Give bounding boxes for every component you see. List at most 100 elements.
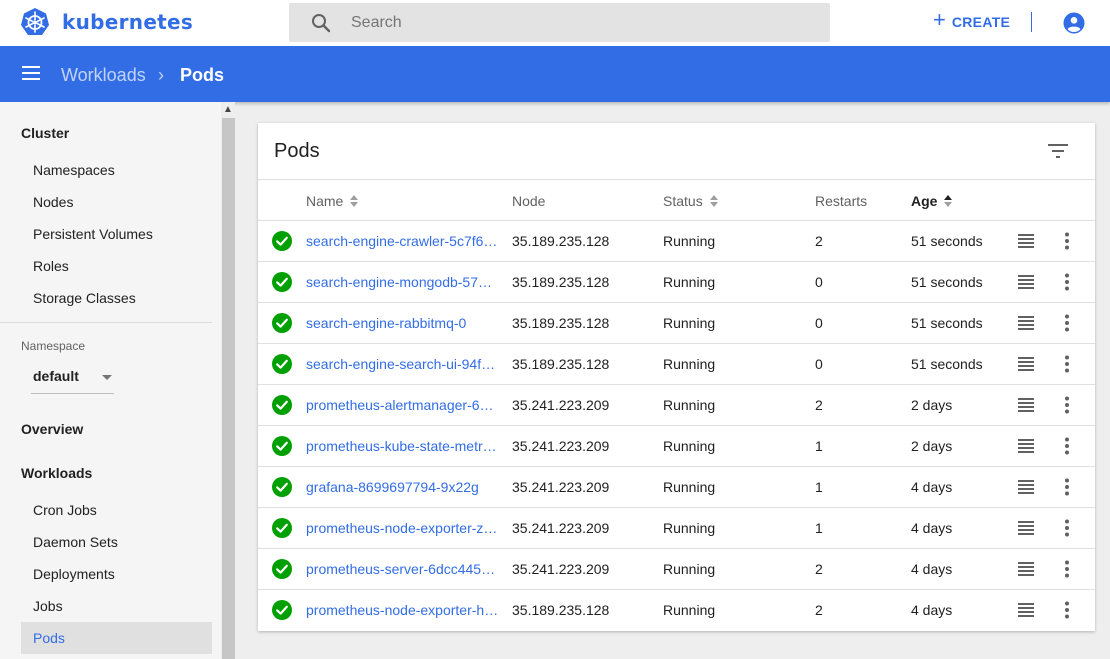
check-circle-icon (272, 231, 292, 251)
more-vert-icon[interactable] (1061, 396, 1073, 414)
pod-restarts: 0 (815, 315, 823, 331)
table-row[interactable]: grafana-8699697794-9x22g 35.241.223.209 Ru… (258, 466, 1095, 507)
logs-icon[interactable] (1018, 562, 1034, 576)
logs-icon[interactable] (1018, 398, 1034, 412)
sidebar-item-nodes[interactable]: Nodes (21, 186, 212, 218)
more-vert-icon[interactable] (1061, 273, 1073, 291)
logs-icon[interactable] (1018, 480, 1034, 494)
table-row[interactable]: prometheus-alertmanager-6… 35.241.223.209… (258, 384, 1095, 425)
sidebar-item-daemon-sets[interactable]: Daemon Sets (21, 526, 212, 558)
sidebar-item-deployments[interactable]: Deployments (21, 558, 212, 590)
pod-node: 35.241.223.209 (512, 479, 610, 495)
check-circle-icon (272, 313, 292, 333)
more-vert-icon[interactable] (1061, 601, 1073, 619)
create-label: CREATE (951, 14, 1011, 30)
more-vert-icon[interactable] (1061, 560, 1073, 578)
sidebar-item-namespaces[interactable]: Namespaces (21, 154, 212, 186)
table-row[interactable]: search-engine-mongodb-57… 35.189.235.128 R… (258, 261, 1095, 302)
scrollbar-thumb[interactable] (222, 118, 235, 659)
more-vert-icon[interactable] (1061, 314, 1073, 332)
more-vert-icon[interactable] (1061, 519, 1073, 537)
column-header-node: Node (512, 193, 545, 209)
check-circle-icon (272, 477, 292, 497)
pod-name-link[interactable]: search-engine-crawler-5c7f6… (306, 233, 501, 249)
logs-icon[interactable] (1018, 521, 1034, 535)
sidebar-heading-workloads[interactable]: Workloads (21, 465, 92, 481)
column-label-node: Node (512, 193, 546, 209)
check-circle-icon (272, 395, 292, 415)
pod-name-link[interactable]: search-engine-search-ui-94f… (306, 356, 501, 372)
pod-name-link[interactable]: prometheus-server-6dcc445… (306, 561, 501, 577)
sidebar-item-persistent-volumes[interactable]: Persistent Volumes (21, 218, 212, 250)
check-circle-icon (272, 518, 292, 538)
pod-age: 4 days (911, 602, 953, 618)
logs-icon[interactable] (1018, 316, 1034, 330)
sidebar-item-pods[interactable]: Pods (21, 622, 212, 654)
sort-ascending-icon[interactable] (943, 194, 953, 208)
create-button[interactable]: + CREATE (933, 9, 1011, 34)
logs-icon[interactable] (1018, 603, 1034, 617)
pod-status: Running (663, 561, 716, 577)
page-header: Workloads › Pods (0, 46, 1110, 102)
sort-icon[interactable] (709, 194, 719, 208)
logs-icon[interactable] (1018, 357, 1034, 371)
more-vert-icon[interactable] (1061, 232, 1073, 250)
logs-icon[interactable] (1018, 275, 1034, 289)
logs-icon[interactable] (1018, 234, 1034, 248)
kubernetes-logo-icon[interactable] (20, 7, 50, 37)
pod-age: 51 seconds (911, 315, 983, 331)
table-row[interactable]: search-engine-rabbitmq-0 35.189.235.128 Ru… (258, 302, 1095, 343)
table-row[interactable]: prometheus-node-exporter-h… 35.189.235.12… (258, 589, 1095, 630)
pod-restarts: 2 (815, 397, 823, 413)
sidebar-item-cron-jobs[interactable]: Cron Jobs (21, 494, 212, 526)
column-header-age[interactable]: Age (911, 193, 953, 209)
pod-status: Running (663, 356, 716, 372)
account-circle-icon[interactable] (1063, 12, 1085, 34)
menu-icon[interactable] (22, 66, 40, 80)
pod-restarts: 1 (815, 520, 823, 536)
breadcrumb-current: Pods (180, 65, 225, 85)
pod-name-link[interactable]: search-engine-rabbitmq-0 (306, 315, 501, 331)
pod-name-link[interactable]: grafana-8699697794-9x22g (306, 479, 501, 495)
check-circle-icon (272, 436, 292, 456)
top-app-bar: kubernetes Search + CREATE (0, 0, 1110, 46)
more-vert-icon[interactable] (1061, 478, 1073, 496)
pod-restarts: 1 (815, 438, 823, 454)
column-header-name[interactable]: Name (306, 193, 359, 209)
pod-name-link[interactable]: prometheus-alertmanager-6… (306, 397, 501, 413)
sidebar-item-jobs[interactable]: Jobs (21, 590, 212, 622)
table-row[interactable]: prometheus-server-6dcc445… 35.241.223.209… (258, 548, 1095, 589)
more-vert-icon[interactable] (1061, 355, 1073, 373)
pod-name-link[interactable]: prometheus-node-exporter-h… (306, 602, 501, 618)
card-divider (258, 179, 1095, 180)
table-row[interactable]: search-engine-crawler-5c7f6… 35.189.235.1… (258, 220, 1095, 261)
pod-node: 35.189.235.128 (512, 602, 610, 618)
column-header-restarts: Restarts (815, 193, 867, 209)
search-input[interactable]: Search (289, 3, 830, 42)
search-icon (312, 14, 331, 33)
scroll-up-arrow-icon[interactable]: ▲ (221, 103, 235, 117)
more-vert-icon[interactable] (1061, 437, 1073, 455)
filter-icon[interactable] (1048, 143, 1068, 159)
sidebar-heading-overview[interactable]: Overview (21, 421, 83, 437)
table-row[interactable]: search-engine-search-ui-94f… 35.189.235.1… (258, 343, 1095, 384)
namespace-select[interactable]: default (31, 362, 114, 394)
sidebar-heading-cluster[interactable]: Cluster (21, 125, 69, 141)
column-label-status: Status (663, 193, 703, 209)
column-label-restarts: Restarts (815, 193, 868, 209)
sidebar-item-roles[interactable]: Roles (21, 250, 212, 282)
sidebar-item-storage-classes[interactable]: Storage Classes (21, 282, 212, 314)
pod-name-link[interactable]: prometheus-node-exporter-z… (306, 520, 501, 536)
check-circle-icon (272, 272, 292, 292)
sort-icon[interactable] (349, 194, 359, 208)
pod-node: 35.189.235.128 (512, 233, 610, 249)
table-row[interactable]: prometheus-kube-state-metr… 35.241.223.20… (258, 425, 1095, 466)
pod-name-link[interactable]: prometheus-kube-state-metr… (306, 438, 501, 454)
column-header-status[interactable]: Status (663, 193, 719, 209)
pod-name-link[interactable]: search-engine-mongodb-57… (306, 274, 501, 290)
logs-icon[interactable] (1018, 439, 1034, 453)
brand-name[interactable]: kubernetes (62, 10, 193, 34)
breadcrumb-workloads[interactable]: Workloads (61, 65, 146, 86)
pod-age: 2 days (911, 438, 953, 454)
table-row[interactable]: prometheus-node-exporter-z… 35.241.223.20… (258, 507, 1095, 548)
